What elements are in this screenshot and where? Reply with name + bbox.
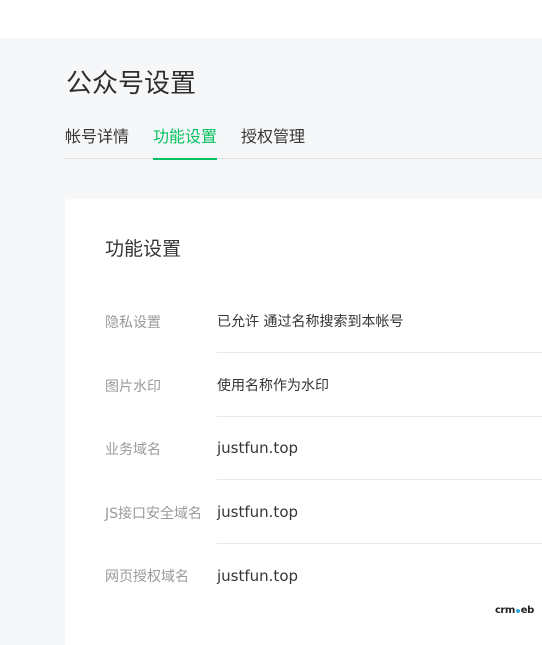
settings-row-web-auth-domain: 网页授权域名 justfun.top <box>105 544 542 607</box>
row-label: 业务域名 <box>105 441 161 458</box>
row-label: JS接口安全域名 <box>105 505 203 522</box>
tab-feature-settings[interactable]: 功能设置 <box>153 124 218 160</box>
row-value: justfun.top <box>217 417 542 480</box>
row-value: justfun.top <box>217 566 299 585</box>
tab-authorization-management[interactable]: 授权管理 <box>241 124 305 159</box>
row-value: justfun.top <box>217 481 542 544</box>
settings-row-business-domain: 业务域名 justfun.top <box>105 417 542 480</box>
settings-row-image-watermark: 图片水印 使用名称作为水印 <box>105 354 542 417</box>
top-bar <box>0 0 542 38</box>
tab-bar: 帐号详情 功能设置 授权管理 <box>65 124 542 160</box>
page-title: 公众号设置 <box>66 69 197 99</box>
row-value: 使用名称作为水印 <box>217 354 542 417</box>
logo-text-left: crm <box>495 605 515 616</box>
row-value: 已允许 通过名称搜索到本帐号 <box>217 290 542 353</box>
row-label: 网页授权域名 <box>105 568 189 585</box>
feature-settings-card: 功能设置 隐私设置 已允许 通过名称搜索到本帐号 图片水印 使用名称作为水印 业… <box>65 199 542 645</box>
logo-text-right: eb <box>520 605 534 616</box>
logo-dot-icon <box>515 608 520 613</box>
row-label: 隐私设置 <box>105 314 161 331</box>
crmeb-logo: crm eb <box>495 605 534 616</box>
settings-row-privacy: 隐私设置 已允许 通过名称搜索到本帐号 <box>105 290 542 353</box>
settings-row-js-security-domain: JS接口安全域名 justfun.top <box>105 481 542 544</box>
section-title: 功能设置 <box>105 238 182 260</box>
row-label: 图片水印 <box>105 378 161 395</box>
tab-account-details[interactable]: 帐号详情 <box>65 124 129 159</box>
